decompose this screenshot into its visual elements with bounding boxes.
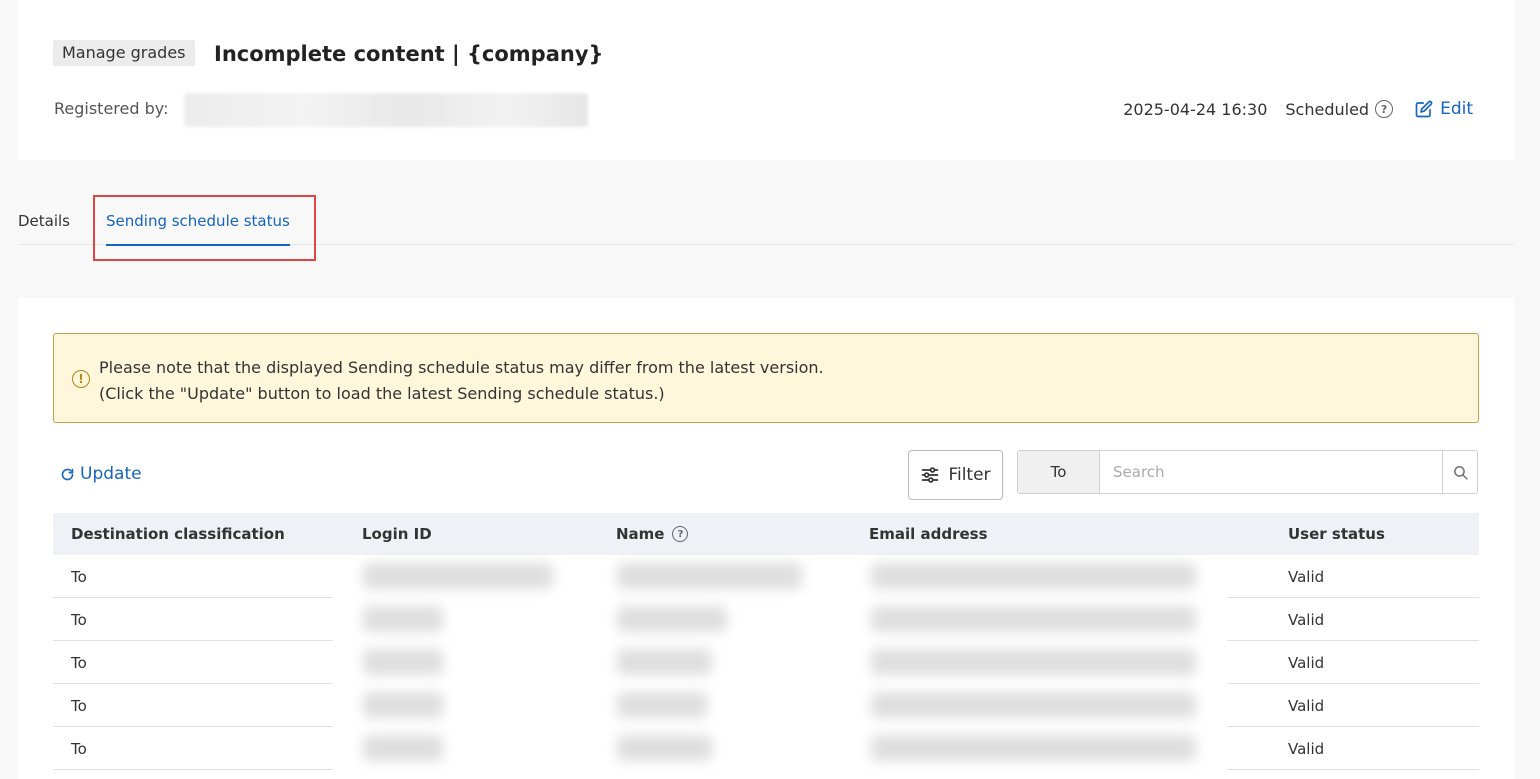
destination-classification-cell: To: [71, 568, 87, 586]
tab-details[interactable]: Details: [18, 212, 70, 230]
column-login-id[interactable]: Login ID: [362, 525, 432, 543]
email-redacted: [871, 735, 1196, 761]
search-button[interactable]: [1442, 451, 1477, 493]
filter-button[interactable]: Filter: [908, 450, 1003, 500]
name-redacted: [617, 649, 712, 675]
email-redacted: [871, 563, 1196, 589]
column-user-status[interactable]: User status: [1288, 525, 1385, 543]
login-id-redacted: [363, 735, 443, 761]
page-title: Incomplete content | {company}: [214, 42, 604, 66]
login-id-redacted: [363, 649, 443, 675]
registered-by-redacted: [184, 93, 588, 127]
scheduled-datetime: 2025-04-24 16:30: [1123, 99, 1268, 119]
table-row[interactable]: To Valid: [53, 684, 1479, 727]
destination-classification-cell: To: [71, 611, 87, 629]
refresh-icon: [61, 468, 74, 480]
edit-icon: [1415, 100, 1433, 118]
table-row[interactable]: To Valid: [53, 598, 1479, 641]
filter-label: Filter: [948, 465, 991, 485]
search-scope-select[interactable]: To: [1018, 451, 1100, 493]
category-badge: Manage grades: [53, 40, 195, 66]
notice-banner: ! Please note that the displayed Sending…: [53, 333, 1479, 423]
schedule-status: Scheduled: [1285, 99, 1370, 119]
notice-line-1: Please note that the displayed Sending s…: [99, 358, 824, 377]
column-name-label: Name: [616, 525, 665, 543]
edit-label: Edit: [1440, 99, 1473, 119]
login-id-redacted: [363, 606, 443, 632]
name-redacted: [617, 606, 727, 632]
edit-button[interactable]: Edit: [1415, 99, 1473, 119]
notice-text: Please note that the displayed Sending s…: [99, 355, 824, 407]
recipients-table: Destination classification Login ID Name…: [53, 513, 1479, 770]
search-input[interactable]: [1100, 451, 1442, 493]
user-status-cell: Valid: [1288, 740, 1325, 758]
content-card: ! Please note that the displayed Sending…: [18, 298, 1514, 779]
table-row[interactable]: To Valid: [53, 727, 1479, 770]
table-header: Destination classification Login ID Name…: [53, 513, 1479, 555]
column-destination-classification[interactable]: Destination classification: [71, 525, 285, 543]
destination-classification-cell: To: [71, 654, 87, 672]
table-row[interactable]: To Valid: [53, 641, 1479, 684]
email-redacted: [871, 606, 1196, 632]
search-icon: [1453, 465, 1468, 480]
destination-classification-cell: To: [71, 697, 87, 715]
column-email-address[interactable]: Email address: [869, 525, 988, 543]
name-redacted: [617, 692, 707, 718]
search-group: To: [1017, 450, 1478, 494]
schedule-meta: 2025-04-24 16:30 Scheduled ? Edit: [1123, 99, 1473, 119]
update-label: Update: [80, 464, 142, 484]
user-status-cell: Valid: [1288, 611, 1325, 629]
email-redacted: [871, 649, 1196, 675]
tab-highlight-box: [93, 195, 316, 261]
user-status-cell: Valid: [1288, 568, 1325, 586]
registered-by-label: Registered by:: [54, 99, 169, 118]
header-card: Manage grades Incomplete content | {comp…: [18, 0, 1514, 160]
table-row[interactable]: To Valid: [53, 555, 1479, 598]
notice-line-2: (Click the "Update" button to load the l…: [99, 384, 665, 403]
destination-classification-cell: To: [71, 740, 87, 758]
status-help-icon[interactable]: ?: [1375, 100, 1394, 118]
email-redacted: [871, 692, 1196, 718]
name-help-icon[interactable]: ?: [672, 526, 689, 542]
update-button[interactable]: Update: [60, 464, 142, 484]
column-name[interactable]: Name ?: [616, 525, 689, 543]
user-status-cell: Valid: [1288, 697, 1325, 715]
login-id-redacted: [363, 563, 553, 589]
filter-sliders-icon: [922, 467, 939, 483]
warning-icon: !: [72, 370, 90, 388]
name-redacted: [617, 735, 712, 761]
name-redacted: [617, 563, 802, 589]
user-status-cell: Valid: [1288, 654, 1325, 672]
login-id-redacted: [363, 692, 443, 718]
toolbar: Update Filter To: [53, 450, 1479, 500]
